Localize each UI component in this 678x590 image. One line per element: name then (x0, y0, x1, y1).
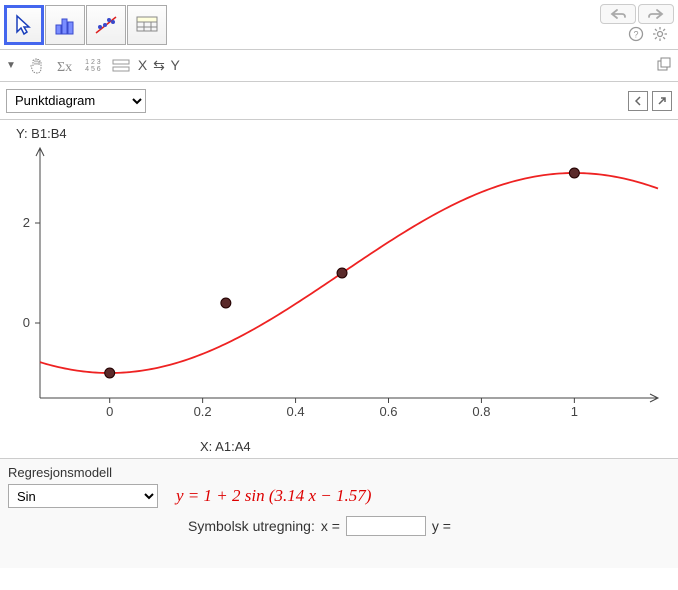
detach-icon[interactable] (656, 56, 672, 75)
sigma-icon[interactable]: Σx (54, 55, 76, 77)
prev-button[interactable] (628, 91, 648, 111)
svg-text:0: 0 (106, 404, 113, 419)
chart-type-select[interactable]: Punktdiagram (6, 89, 146, 113)
eval-y-prefix: y = (432, 518, 451, 534)
scatter-plot: 0 0.2 0.4 0.6 0.8 1 0 2 (10, 128, 668, 428)
svg-text:Σx: Σx (57, 60, 72, 75)
x-axis-label: X: A1:A4 (200, 439, 251, 454)
svg-text:0.8: 0.8 (472, 404, 490, 419)
svg-text:?: ? (633, 30, 638, 40)
tool-pointer[interactable] (4, 5, 44, 45)
rows-icon[interactable] (110, 55, 132, 77)
svg-text:0.2: 0.2 (194, 404, 212, 419)
eval-x-prefix: x = (321, 518, 340, 534)
view-menu-toggle[interactable]: ▼ (6, 60, 16, 71)
eval-x-input[interactable] (346, 516, 426, 536)
chart-select-bar: Punktdiagram (0, 82, 678, 120)
sub-toolbar: ▼ Σx 1 2 34 5 6 X ⇆ Y (0, 50, 678, 82)
regression-panel-title: Regresjonsmodell (8, 465, 670, 480)
numbers-icon[interactable]: 1 2 34 5 6 (82, 55, 104, 77)
swap-xy-button[interactable]: X ⇆ Y (138, 57, 181, 74)
svg-text:1: 1 (571, 404, 578, 419)
undo-button[interactable] (600, 4, 636, 24)
right-controls: ? (600, 4, 674, 45)
svg-text:0.4: 0.4 (287, 404, 305, 419)
svg-text:2: 2 (23, 215, 30, 230)
tool-scatter-fit[interactable] (86, 5, 126, 45)
settings-icon[interactable] (652, 26, 668, 45)
regression-equation: y = 1 + 2 sin (3.14 x − 1.57) (176, 486, 371, 506)
chart-area: Y: B1:B4 0 0.2 0.4 0.6 0.8 1 0 2 X: A1:A4 (0, 120, 678, 458)
redo-button[interactable] (638, 4, 674, 24)
svg-text:0: 0 (23, 315, 30, 330)
hand-tool-icon[interactable] (26, 55, 48, 77)
main-toolbar: ? (0, 0, 678, 50)
regression-panel: Regresjonsmodell Sin y = 1 + 2 sin (3.14… (0, 458, 678, 568)
y-axis-label: Y: B1:B4 (16, 126, 67, 141)
tool-bar-chart[interactable] (45, 5, 85, 45)
help-icon[interactable]: ? (628, 26, 644, 45)
eval-label: Symbolsk utregning: (188, 518, 315, 534)
svg-text:0.6: 0.6 (379, 404, 397, 419)
regression-model-select[interactable]: Sin (8, 484, 158, 508)
popout-button[interactable] (652, 91, 672, 111)
tool-table[interactable] (127, 5, 167, 45)
